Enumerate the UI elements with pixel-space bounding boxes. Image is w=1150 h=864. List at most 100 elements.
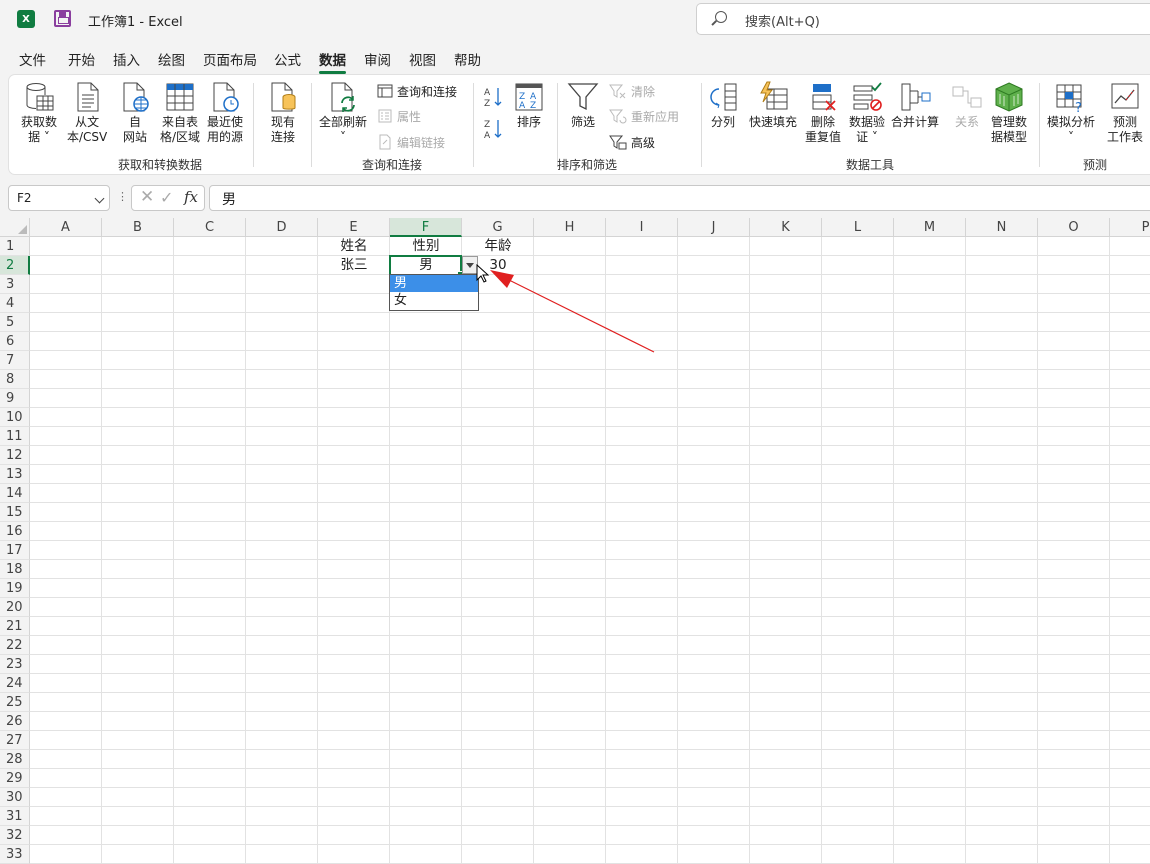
column-header-a[interactable]: A <box>30 218 102 237</box>
row-header-20[interactable]: 20 <box>0 598 30 617</box>
tab-file[interactable]: 文件 <box>19 49 46 69</box>
refresh-all-button[interactable]: 全部刷新 ˅ <box>319 81 367 145</box>
row-header-1[interactable]: 1 <box>0 237 30 256</box>
save-icon[interactable] <box>54 10 71 27</box>
clear-filter-button[interactable]: 清除 <box>609 81 655 101</box>
row-header-14[interactable]: 14 <box>0 484 30 503</box>
properties-button[interactable]: 属性 <box>377 106 421 126</box>
cell-e1[interactable]: 姓名 <box>318 237 390 256</box>
row-header-33[interactable]: 33 <box>0 845 30 864</box>
column-header-k[interactable]: K <box>750 218 822 237</box>
row-header-26[interactable]: 26 <box>0 712 30 731</box>
cell-f2[interactable]: 男 <box>390 256 462 275</box>
row-header-16[interactable]: 16 <box>0 522 30 541</box>
text-to-columns-button[interactable]: 分列 <box>707 81 739 130</box>
dropdown-option[interactable]: 男 <box>390 275 478 292</box>
row-header-8[interactable]: 8 <box>0 370 30 389</box>
row-header-18[interactable]: 18 <box>0 560 30 579</box>
row-header-24[interactable]: 24 <box>0 674 30 693</box>
select-all-corner[interactable] <box>0 218 30 237</box>
cell-e2[interactable]: 张三 <box>318 256 390 275</box>
what-if-analysis-button[interactable]: ? 模拟分析 ˅ <box>1047 81 1095 145</box>
manage-data-model-button[interactable]: 管理数 据模型 <box>991 81 1027 145</box>
tab-view[interactable]: 视图 <box>409 49 436 69</box>
column-header-h[interactable]: H <box>534 218 606 237</box>
from-table-button[interactable]: 来自表 格/区域 <box>160 81 200 145</box>
enter-check-icon[interactable]: ✓ <box>160 188 173 207</box>
row-header-12[interactable]: 12 <box>0 446 30 465</box>
row-header-23[interactable]: 23 <box>0 655 30 674</box>
recent-sources-button[interactable]: 最近使 用的源 <box>207 81 243 145</box>
flash-fill-button[interactable]: 快速填充 <box>749 81 797 130</box>
data-validation-button[interactable]: 数据验 证 ˅ <box>849 81 885 145</box>
relationships-button[interactable]: 关系 <box>951 81 983 130</box>
row-header-31[interactable]: 31 <box>0 807 30 826</box>
chevron-down-icon[interactable] <box>94 193 105 204</box>
queries-connections-button[interactable]: 查询和连接 <box>377 81 457 101</box>
reapply-button[interactable]: 重新应用 <box>609 106 679 126</box>
row-header-21[interactable]: 21 <box>0 617 30 636</box>
column-header-m[interactable]: M <box>894 218 966 237</box>
edit-links-button[interactable]: 编辑链接 <box>377 132 445 152</box>
sort-descending-button[interactable]: ZA <box>483 119 509 141</box>
remove-duplicates-button[interactable]: 删除 重复值 <box>805 81 841 145</box>
row-header-6[interactable]: 6 <box>0 332 30 351</box>
insert-function-icon[interactable]: fx <box>184 188 198 206</box>
tab-insert[interactable]: 插入 <box>113 49 140 69</box>
spreadsheet-grid[interactable]: A B C D E F G H I J K L M N O P 1 2 3 4 5 6 7 8 9 10 11 12 13 14 15 16 1… <box>0 218 1150 864</box>
row-header-15[interactable]: 15 <box>0 503 30 522</box>
row-header-3[interactable]: 3 <box>0 275 30 294</box>
column-header-i[interactable]: I <box>606 218 678 237</box>
search-box[interactable]: 搜索(Alt+Q) <box>696 3 1150 35</box>
tab-data[interactable]: 数据 <box>319 49 346 74</box>
row-header-25[interactable]: 25 <box>0 693 30 712</box>
row-header-4[interactable]: 4 <box>0 294 30 313</box>
row-header-2[interactable]: 2 <box>0 256 30 275</box>
consolidate-button[interactable]: 合并计算 <box>891 81 939 130</box>
column-header-p[interactable]: P <box>1110 218 1150 237</box>
from-web-button[interactable]: 自 网站 <box>119 81 151 145</box>
column-header-b[interactable]: B <box>102 218 174 237</box>
tab-home[interactable]: 开始 <box>68 49 95 69</box>
column-header-c[interactable]: C <box>174 218 246 237</box>
filter-button[interactable]: 筛选 <box>567 81 599 130</box>
advanced-filter-button[interactable]: 高级 <box>609 132 655 152</box>
row-header-5[interactable]: 5 <box>0 313 30 332</box>
row-header-17[interactable]: 17 <box>0 541 30 560</box>
tab-draw[interactable]: 绘图 <box>158 49 185 69</box>
row-header-32[interactable]: 32 <box>0 826 30 845</box>
column-header-j[interactable]: J <box>678 218 750 237</box>
more-options-icon[interactable]: ⋮ <box>117 190 128 203</box>
existing-connections-button[interactable]: 现有 连接 <box>267 81 299 145</box>
row-header-19[interactable]: 19 <box>0 579 30 598</box>
row-header-29[interactable]: 29 <box>0 769 30 788</box>
row-header-9[interactable]: 9 <box>0 389 30 408</box>
row-header-30[interactable]: 30 <box>0 788 30 807</box>
column-header-g[interactable]: G <box>462 218 534 237</box>
column-header-f[interactable]: F <box>390 218 462 237</box>
column-header-l[interactable]: L <box>822 218 894 237</box>
row-header-7[interactable]: 7 <box>0 351 30 370</box>
cancel-icon[interactable]: ✕ <box>140 187 154 207</box>
row-header-28[interactable]: 28 <box>0 750 30 769</box>
column-header-d[interactable]: D <box>246 218 318 237</box>
sort-button[interactable]: ZAAZ 排序 <box>513 81 545 130</box>
tab-page-layout[interactable]: 页面布局 <box>203 49 257 69</box>
cell-g1[interactable]: 年龄 <box>462 237 534 256</box>
column-header-o[interactable]: O <box>1038 218 1110 237</box>
from-text-csv-button[interactable]: 从文 本/CSV <box>67 81 107 145</box>
sort-ascending-button[interactable]: AZ <box>483 87 509 109</box>
column-header-n[interactable]: N <box>966 218 1038 237</box>
row-header-22[interactable]: 22 <box>0 636 30 655</box>
name-box[interactable]: F2 <box>8 185 110 211</box>
tab-help[interactable]: 帮助 <box>454 49 481 69</box>
dropdown-option[interactable]: 女 <box>390 292 478 309</box>
get-data-button[interactable]: 获取数 据 ˅ <box>21 81 57 145</box>
cell-f1[interactable]: 性别 <box>390 237 462 256</box>
row-header-10[interactable]: 10 <box>0 408 30 427</box>
row-header-27[interactable]: 27 <box>0 731 30 750</box>
tab-formulas[interactable]: 公式 <box>274 49 301 69</box>
column-header-e[interactable]: E <box>318 218 390 237</box>
forecast-sheet-button[interactable]: 预测 工作表 <box>1107 81 1143 145</box>
row-header-13[interactable]: 13 <box>0 465 30 484</box>
